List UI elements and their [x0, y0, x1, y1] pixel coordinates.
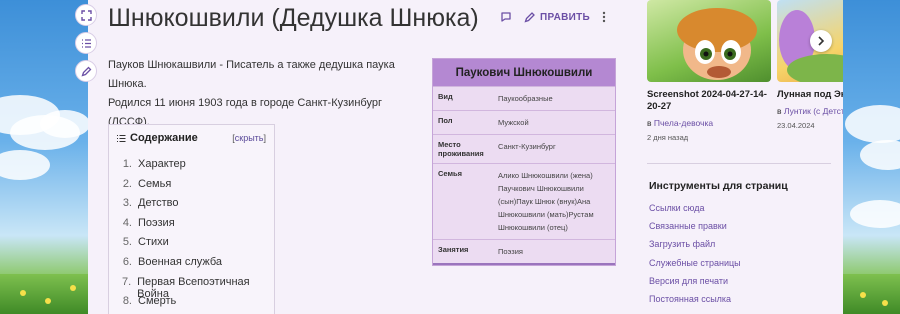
infobox-row: Место проживания Санкт-Кузинбург — [433, 134, 615, 163]
card-category-prefix: в — [777, 106, 782, 116]
tool-link[interactable]: Версия для печати — [649, 276, 741, 294]
toc-item-label[interactable]: Стихи — [138, 236, 169, 256]
infobox-key: Занятия — [438, 245, 469, 254]
card-category-link[interactable]: Лунтик (с Детство) — [784, 106, 843, 116]
infobox-key: Пол — [438, 116, 453, 125]
toc-item-label[interactable]: Первая Всепоэтичная Война — [137, 276, 274, 300]
infobox-value: Паукообразные — [498, 94, 553, 103]
infobox-value: Алико Шнюкошвили (жена) Паучкович Шнюкош… — [498, 171, 594, 232]
talk-button[interactable] — [500, 11, 512, 23]
infobox-value: Мужской — [498, 118, 529, 127]
tool-link[interactable]: Загрузить файл — [649, 239, 741, 257]
toc-item-number: 4. — [122, 216, 132, 229]
infobox-row: Семья Алико Шнюкошвили (жена) Паучкович … — [433, 163, 615, 239]
chevron-right-icon — [818, 36, 825, 46]
toc-item[interactable]: 6. Военная служба — [120, 256, 274, 276]
tool-link[interactable]: Связанные правки — [649, 221, 741, 239]
tool-link[interactable]: Ссылки сюда — [649, 203, 741, 221]
kebab-icon — [602, 11, 606, 23]
card-date: 2 дня назад — [647, 133, 689, 142]
pencil-icon — [524, 12, 535, 23]
card-category-link[interactable]: Пчела-девочка — [654, 118, 713, 128]
infobox-value: Поэзия — [498, 247, 523, 256]
toc-title-text: Содержание — [130, 132, 198, 144]
toc-title: Содержание — [117, 132, 198, 144]
toc-item-label[interactable]: Поэзия — [138, 217, 175, 237]
tools-title: Инструменты для страниц — [649, 180, 788, 192]
page-container: Шнюкошвили (Дедушка Шнюка) ПРАВИТЬ Пауко… — [75, 0, 843, 314]
infobox-key: Место проживания — [438, 140, 484, 158]
page-title: Шнюкошвили (Дедушка Шнюка) — [108, 4, 479, 32]
card-date: 23.04.2024 — [777, 121, 815, 130]
card-title[interactable]: Лунная под Эксмо 1) — [777, 89, 843, 101]
toc-item-number: 2. — [122, 177, 132, 190]
tool-link[interactable]: Постоянная ссылка — [649, 294, 741, 312]
right-sidebar: Screenshot 2024-04-27-14-20-27 в Пчела-д… — [641, 0, 843, 314]
main-content: Шнюкошвили (Дедушка Шнюка) ПРАВИТЬ Пауко… — [88, 0, 628, 314]
toc-item-label[interactable]: Характер — [138, 158, 186, 178]
infobox-row: Пол Мужской — [433, 110, 615, 134]
infobox: Паукович Шнюкошвили Вид Паукообразные По… — [432, 58, 616, 266]
edit-label: ПРАВИТЬ — [540, 11, 591, 23]
title-actions: ПРАВИТЬ — [500, 11, 606, 23]
toc-item-label[interactable]: Детство — [138, 197, 179, 217]
toc-hide-toggle[interactable]: [скрыть] — [232, 133, 266, 143]
card-category: в Пчела-девочка — [647, 118, 771, 128]
toc-item[interactable]: 4. Поэзия — [120, 217, 274, 237]
card-thumbnail[interactable] — [647, 0, 771, 82]
tool-link[interactable]: Служебные страницы — [649, 258, 741, 276]
toc-hide-label[interactable]: скрыть — [235, 133, 264, 143]
carousel-next-button[interactable] — [810, 30, 832, 52]
infobox-key: Семья — [438, 169, 463, 178]
toc-item-number: 6. — [122, 255, 132, 268]
card-category-prefix: в — [647, 118, 652, 128]
page-tools-list: Ссылки сюда Связанные правки Загрузить ф… — [649, 203, 741, 312]
comment-icon — [501, 12, 511, 22]
toc-item-number: 8. — [122, 295, 132, 308]
intro-line: Пауков Шнюкашвили - Писатель а также дед… — [108, 59, 395, 90]
infobox-row: Занятия Поэзия — [433, 239, 615, 265]
toc-item-label[interactable]: Семья — [138, 178, 171, 198]
trending-cards: Screenshot 2024-04-27-14-20-27 в Пчела-д… — [647, 0, 843, 155]
infobox-value: Санкт-Кузинбург — [498, 142, 556, 151]
toc-item[interactable]: 3. Детство — [120, 197, 274, 217]
toc-list: 1. Характер 2. Семья 3. Детство 4. Поэзия 5.… — [109, 144, 274, 314]
toc-item-label[interactable]: Военная служба — [138, 256, 222, 276]
toc-item-number: 1. — [122, 158, 132, 170]
character-illustration — [677, 8, 757, 80]
toc-item-number: 5. — [122, 236, 132, 249]
toc-item[interactable]: 1. Характер — [120, 158, 274, 178]
table-of-contents: Содержание [скрыть] 1. Характер 2. Семья 3… — [108, 124, 275, 314]
toc-item[interactable]: 8. Смерть — [120, 295, 274, 314]
card-title[interactable]: Screenshot 2024-04-27-14-20-27 — [647, 89, 771, 113]
toc-item[interactable]: 7. Первая Всепоэтичная Война — [120, 275, 274, 300]
toc-item[interactable]: 2. Семья — [120, 178, 274, 198]
toc-item-label[interactable]: Смерть — [138, 295, 176, 314]
infobox-key: Вид — [438, 92, 453, 101]
list-icon — [117, 134, 126, 142]
infobox-title: Паукович Шнюкошвили — [433, 59, 615, 86]
more-actions-button[interactable] — [602, 11, 606, 23]
toc-header: Содержание [скрыть] — [109, 125, 274, 144]
card-category: в Лунтик (с Детство) — [777, 106, 843, 116]
infobox-row: Вид Паукообразные — [433, 86, 615, 110]
sidebar-divider — [647, 163, 831, 164]
toc-item[interactable]: 5. Стихи — [120, 236, 274, 256]
edit-button[interactable]: ПРАВИТЬ — [524, 11, 590, 23]
toc-item-number: 3. — [122, 197, 132, 210]
toc-item-number: 7. — [121, 275, 132, 288]
trending-card[interactable]: Лунная под Эксмо 1) в Лунтик (с Детство)… — [777, 0, 843, 130]
trending-card[interactable]: Screenshot 2024-04-27-14-20-27 в Пчела-д… — [647, 0, 771, 142]
